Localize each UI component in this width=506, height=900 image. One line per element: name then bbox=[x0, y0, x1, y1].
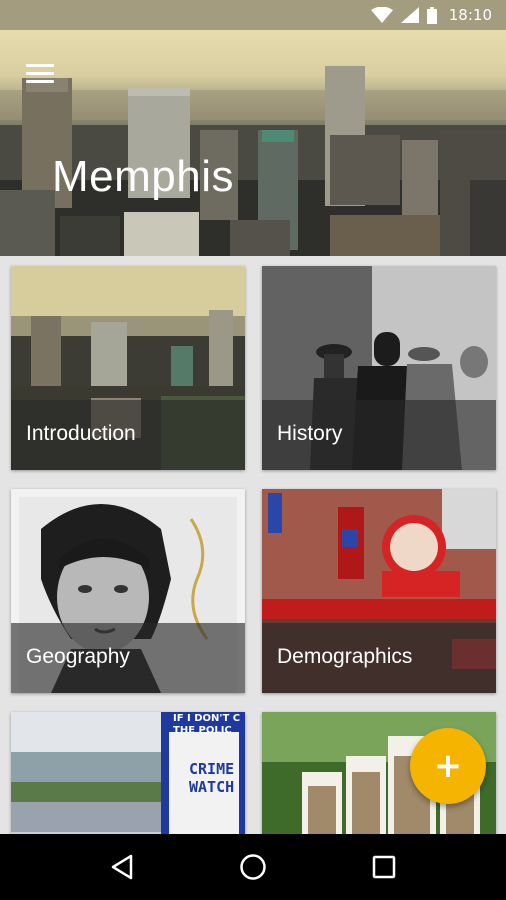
recents-button[interactable] bbox=[354, 842, 414, 892]
topic-card-history[interactable]: History bbox=[262, 266, 496, 470]
topic-label: History bbox=[262, 400, 496, 470]
sign-text-line1: IF I DON'T C bbox=[173, 713, 241, 724]
topic-card-5[interactable]: IF I DON'T C THE POLIC CRIME WATCH bbox=[11, 712, 245, 834]
topic-card-introduction[interactable]: Introduction bbox=[11, 266, 245, 470]
battery-icon bbox=[426, 6, 437, 24]
skyline-image bbox=[0, 66, 506, 256]
signal-icon bbox=[400, 7, 419, 23]
back-icon bbox=[111, 854, 132, 880]
add-fab-button[interactable]: + bbox=[410, 728, 486, 804]
system-nav-bar bbox=[0, 834, 506, 900]
back-button[interactable] bbox=[92, 842, 152, 892]
page-title: Memphis bbox=[52, 152, 234, 201]
topic-label: Demographics bbox=[262, 623, 496, 693]
home-icon bbox=[240, 854, 266, 880]
plus-icon: + bbox=[433, 746, 463, 786]
topic-card-demographics[interactable]: Demographics bbox=[262, 489, 496, 693]
sign-text-watch: WATCH bbox=[189, 778, 235, 796]
hamburger-menu-icon[interactable] bbox=[26, 64, 54, 84]
sign-text-crime: CRIME bbox=[189, 760, 235, 778]
city-header: Memphis bbox=[0, 30, 506, 256]
status-bar: 18:10 bbox=[0, 0, 506, 30]
screen: 18:10 Memphis Introduction History Geogr… bbox=[0, 0, 506, 900]
home-button[interactable] bbox=[223, 842, 283, 892]
topic-label: Introduction bbox=[11, 400, 245, 470]
status-time: 18:10 bbox=[448, 6, 492, 24]
recents-icon bbox=[373, 855, 396, 879]
topic-label: Geography bbox=[11, 623, 245, 693]
sign-text-line2: THE POLIC bbox=[173, 725, 232, 736]
wifi-icon bbox=[370, 7, 393, 23]
topic-card-geography[interactable]: Geography bbox=[11, 489, 245, 693]
